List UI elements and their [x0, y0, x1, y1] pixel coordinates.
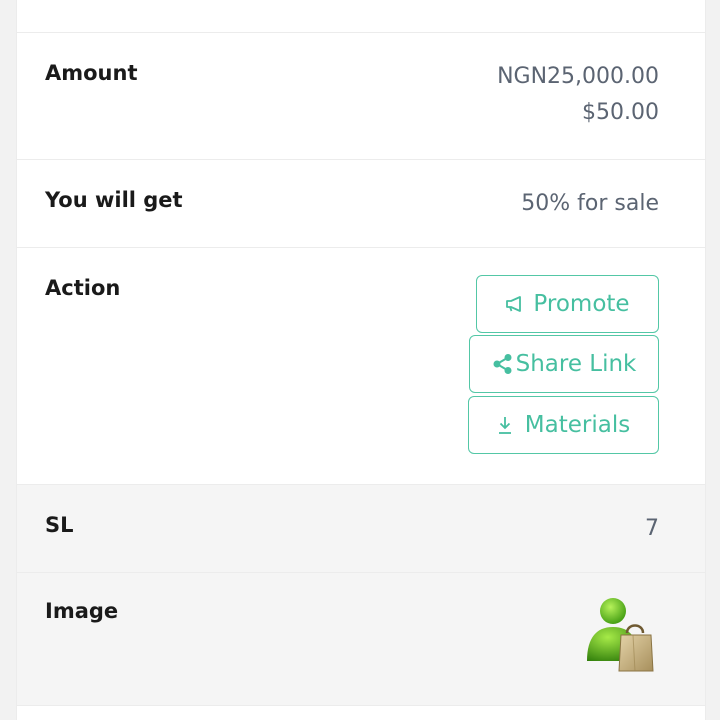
amount-label: Amount: [45, 61, 138, 85]
sl-label: SL: [45, 513, 74, 537]
megaphone-icon: [505, 295, 527, 313]
amount-value-ngn: NGN25,000.00: [497, 64, 659, 89]
materials-button-label: Materials: [524, 412, 631, 438]
download-icon: [497, 415, 513, 435]
table-row-bottom-partial: [17, 706, 705, 720]
user-shopping-bag-icon: [587, 598, 654, 672]
amount-value-usd: $50.00: [582, 100, 659, 125]
table-row-sl: SL 7: [17, 485, 705, 573]
share-icon: [492, 353, 514, 375]
table-row-you-will-get: You will get 50% for sale: [17, 160, 705, 248]
promote-button[interactable]: Promote: [476, 275, 659, 333]
share-link-button[interactable]: Share Link: [469, 335, 659, 393]
image-label: Image: [45, 599, 119, 623]
materials-button[interactable]: Materials: [468, 396, 659, 454]
promote-button-label: Promote: [533, 291, 630, 317]
table-row-action: Action Promote Share Link Materials: [17, 248, 705, 485]
action-label: Action: [45, 276, 121, 300]
table-row-top-partial: [17, 0, 705, 33]
you-will-get-value: 50% for sale: [521, 191, 659, 216]
product-detail-card: Amount NGN25,000.00 $50.00 You will get …: [16, 0, 706, 720]
table-row-amount: Amount NGN25,000.00 $50.00: [17, 33, 705, 160]
you-will-get-label: You will get: [45, 188, 183, 212]
share-link-button-label: Share Link: [515, 351, 637, 377]
sl-value: 7: [645, 516, 659, 541]
table-row-image: Image: [17, 573, 705, 706]
